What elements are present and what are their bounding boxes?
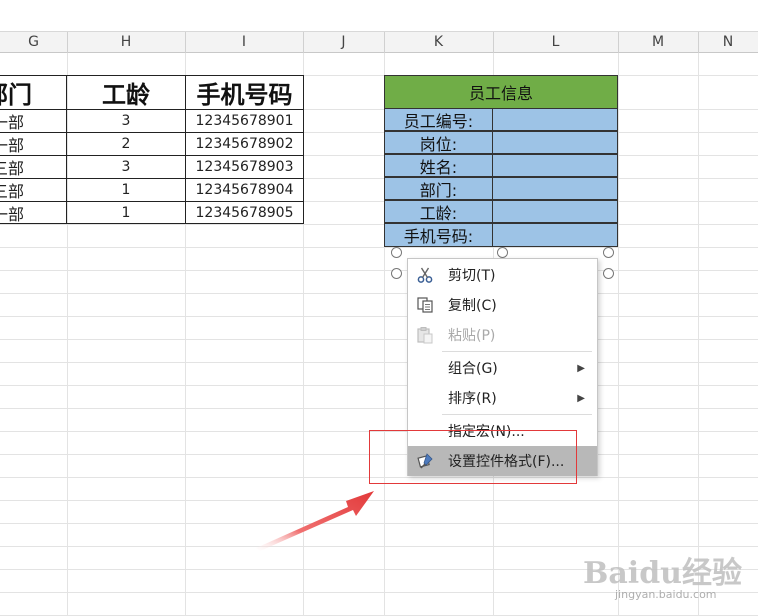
column-header-h[interactable]: H [67, 32, 186, 53]
header-phone[interactable]: 手机号码 [185, 75, 304, 110]
menu-item-paste-label: 粘贴(P) [448, 328, 496, 344]
resize-handle-top-right[interactable] [603, 247, 614, 258]
table-row-4-seniority[interactable]: 1 [66, 178, 186, 202]
watermark-url: jingyan.baidu.com [615, 588, 717, 601]
table-row-3-department[interactable]: 三部 [0, 155, 67, 179]
table-row-1-seniority[interactable]: 3 [66, 109, 186, 133]
watermark-brand: Baidu经验 [583, 556, 742, 591]
value-phone[interactable] [492, 223, 618, 247]
label-department[interactable]: 部门: [384, 177, 493, 200]
label-name[interactable]: 姓名: [384, 154, 493, 177]
header-seniority[interactable]: 工龄 [66, 75, 186, 110]
submenu-arrow-icon: ▶ [577, 392, 585, 404]
column-header-n[interactable]: N [698, 32, 758, 53]
table-row-2-phone[interactable]: 12345678902 [185, 132, 304, 156]
table-row-5-seniority[interactable]: 1 [66, 201, 186, 224]
table-row-5-phone[interactable]: 12345678905 [185, 201, 304, 224]
label-seniority[interactable]: 工龄: [384, 200, 493, 223]
column-header-j[interactable]: J [303, 32, 385, 53]
menu-separator [442, 414, 592, 415]
column-header-bar: G H I J K L M N [0, 31, 758, 53]
value-department[interactable] [492, 177, 618, 200]
column-header-m[interactable]: M [618, 32, 699, 53]
info-panel-title[interactable]: 员工信息 [384, 75, 618, 109]
baidu-watermark: Baidu经验 jingyan.baidu.com [583, 548, 753, 602]
resize-handle-right[interactable] [603, 268, 614, 279]
annotation-arrow-icon [256, 491, 374, 551]
menu-item-cut[interactable]: 剪切(T) [408, 261, 597, 289]
menu-item-cut-label: 剪切(T) [448, 268, 496, 284]
table-row-3-seniority[interactable]: 3 [66, 155, 186, 179]
value-employee-id[interactable] [492, 108, 618, 131]
table-row-5-department[interactable]: 一部 [0, 201, 67, 224]
value-name[interactable] [492, 154, 618, 177]
column-header-k[interactable]: K [384, 32, 494, 53]
copy-icon [416, 296, 434, 314]
resize-handle-left[interactable] [391, 268, 402, 279]
table-row-1-phone[interactable]: 12345678901 [185, 109, 304, 133]
menu-item-group-label: 组合(G) [448, 361, 498, 377]
table-row-4-department[interactable]: 三部 [0, 178, 67, 202]
label-phone[interactable]: 手机号码: [384, 223, 493, 247]
annotation-highlight-box [369, 430, 577, 484]
table-row-4-phone[interactable]: 12345678904 [185, 178, 304, 202]
menu-separator [442, 351, 592, 352]
submenu-arrow-icon: ▶ [577, 362, 585, 374]
label-position[interactable]: 岗位: [384, 131, 493, 154]
menu-item-paste[interactable]: 粘贴(P) [408, 321, 597, 349]
resize-handle-top-middle[interactable] [497, 247, 508, 258]
table-row-2-department[interactable]: 一部 [0, 132, 67, 156]
table-row-1-department[interactable]: 一部 [0, 109, 67, 133]
value-position[interactable] [492, 131, 618, 154]
resize-handle-top-left[interactable] [391, 247, 402, 258]
value-seniority[interactable] [492, 200, 618, 223]
table-row-3-phone[interactable]: 12345678903 [185, 155, 304, 179]
scissors-icon [416, 266, 434, 284]
menu-item-order[interactable]: 排序(R) ▶ [408, 384, 597, 412]
paste-icon [416, 326, 434, 344]
menu-item-group[interactable]: 组合(G) ▶ [408, 354, 597, 382]
column-header-l[interactable]: L [493, 32, 619, 53]
label-employee-id[interactable]: 员工编号: [384, 108, 493, 131]
menu-item-copy-label: 复制(C) [448, 298, 497, 314]
table-row-2-seniority[interactable]: 2 [66, 132, 186, 156]
menu-item-order-label: 排序(R) [448, 391, 497, 407]
column-header-i[interactable]: I [185, 32, 304, 53]
column-header-g[interactable]: G [0, 32, 68, 53]
header-department[interactable]: 部门 [0, 75, 67, 110]
menu-item-copy[interactable]: 复制(C) [408, 291, 597, 319]
